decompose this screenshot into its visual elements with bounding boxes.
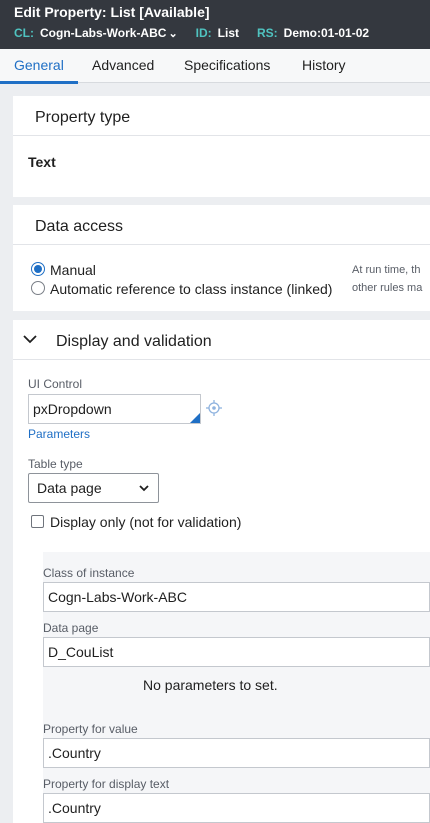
id-key: ID: (195, 26, 212, 40)
data-access-title: Data access (35, 218, 124, 235)
tab-bar: General Advanced Specifications History (0, 49, 430, 83)
active-tab-indicator (0, 81, 78, 84)
table-type-select[interactable]: Data page (28, 473, 159, 503)
no-params-message: No parameters to set. (143, 677, 278, 693)
ui-control-input[interactable]: pxDropdown (28, 394, 201, 424)
display-validation-section: Display and validation UI Control pxDrop… (13, 320, 430, 823)
manual-radio-label[interactable]: Manual (50, 262, 96, 278)
ui-control-label: UI Control (28, 377, 83, 391)
class-value-text: Cogn-Labs-Work-ABC (40, 26, 167, 40)
rule-meta: CL: Cogn-Labs-Work-ABC ⌄ ID: List RS: Demo:01-… (14, 26, 387, 40)
linked-radio[interactable] (31, 281, 45, 295)
manual-radio[interactable] (31, 262, 45, 276)
property-type-section: Property type Text (13, 96, 430, 197)
data-access-help-1: At run time, th (352, 264, 421, 276)
class-of-instance-input[interactable]: Cogn-Labs-Work-ABC (43, 582, 430, 612)
linked-radio-label[interactable]: Automatic reference to class instance (l… (50, 281, 332, 297)
property-for-display-label: Property for display text (43, 777, 170, 791)
display-validation-title: Display and validation (56, 333, 212, 350)
table-type-label: Table type (28, 457, 83, 471)
display-validation-header[interactable]: Display and validation (13, 320, 430, 360)
data-page-input[interactable]: D_CouList (43, 637, 430, 667)
tab-advanced[interactable]: Advanced (92, 57, 154, 73)
data-source-panel: Class of instance Cogn-Labs-Work-ABC Dat… (43, 552, 430, 823)
ruleset-value: Demo:01-01-02 (283, 26, 370, 40)
chevron-down-icon (138, 481, 150, 497)
data-access-header: Data access (13, 205, 430, 245)
chevron-down-icon[interactable]: ⌄ (168, 27, 177, 40)
rule-title: Edit Property: List [Available] (14, 4, 210, 20)
property-type-title: Property type (35, 109, 131, 126)
tab-history[interactable]: History (302, 57, 346, 73)
ruleset-key: RS: (257, 26, 278, 40)
class-value-link[interactable]: Cogn-Labs-Work-ABC ⌄ (40, 26, 178, 40)
class-of-instance-value: Cogn-Labs-Work-ABC (48, 589, 188, 605)
property-type-value: Text (28, 154, 56, 170)
table-type-value: Data page (37, 480, 102, 496)
property-for-value-value: .Country (48, 745, 101, 761)
tab-specifications[interactable]: Specifications (184, 57, 270, 73)
rule-header: Edit Property: List [Available] CL: Cogn-… (0, 0, 430, 49)
data-access-help-2: other rules ma (352, 282, 423, 294)
property-for-display-value: .Country (48, 800, 101, 816)
tab-general[interactable]: General (14, 57, 64, 73)
data-access-section: Data access Manual Automatic reference t… (13, 205, 430, 311)
class-key: CL: (14, 26, 34, 40)
property-type-header: Property type (13, 96, 430, 136)
id-value: List (217, 26, 239, 40)
data-page-value: D_CouList (48, 644, 114, 660)
class-of-instance-label: Class of instance (43, 566, 135, 580)
autocomplete-corner-icon (190, 413, 200, 423)
parameters-link[interactable]: Parameters (28, 427, 90, 441)
collapse-chevron-icon[interactable] (23, 331, 37, 347)
display-only-label[interactable]: Display only (not for validation) (50, 514, 241, 530)
data-page-label: Data page (43, 621, 99, 635)
property-for-value-input[interactable]: .Country (43, 738, 430, 768)
ui-control-value: pxDropdown (33, 401, 112, 417)
property-for-value-label: Property for value (43, 722, 138, 736)
display-only-checkbox[interactable] (31, 515, 44, 528)
property-for-display-input[interactable]: .Country (43, 793, 430, 823)
target-icon[interactable] (206, 400, 222, 419)
